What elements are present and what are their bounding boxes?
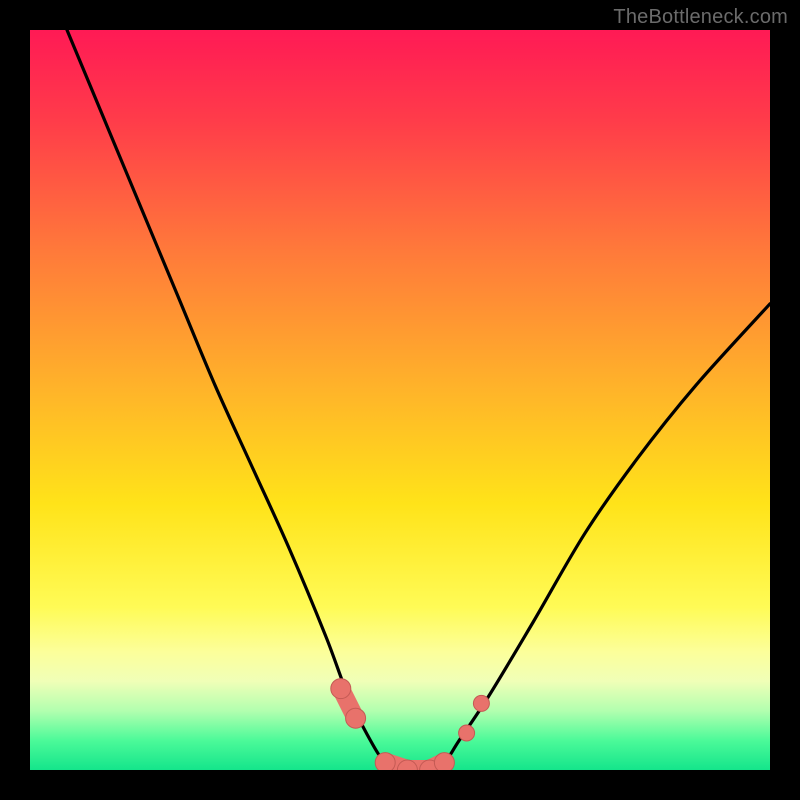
bottleneck-curve-path [67,30,770,770]
chart-plot-area [30,30,770,770]
curve-beads-group [331,679,490,770]
bead-floor-4 [434,753,454,770]
bead-right-2 [473,695,489,711]
watermark-text: TheBottleneck.com [613,6,788,29]
bottleneck-curve-svg [30,30,770,770]
bead-right-1 [459,725,475,741]
bead-left-cluster-start [331,679,351,699]
bead-floor-1 [375,753,395,770]
bead-left-cluster-end [346,708,366,728]
